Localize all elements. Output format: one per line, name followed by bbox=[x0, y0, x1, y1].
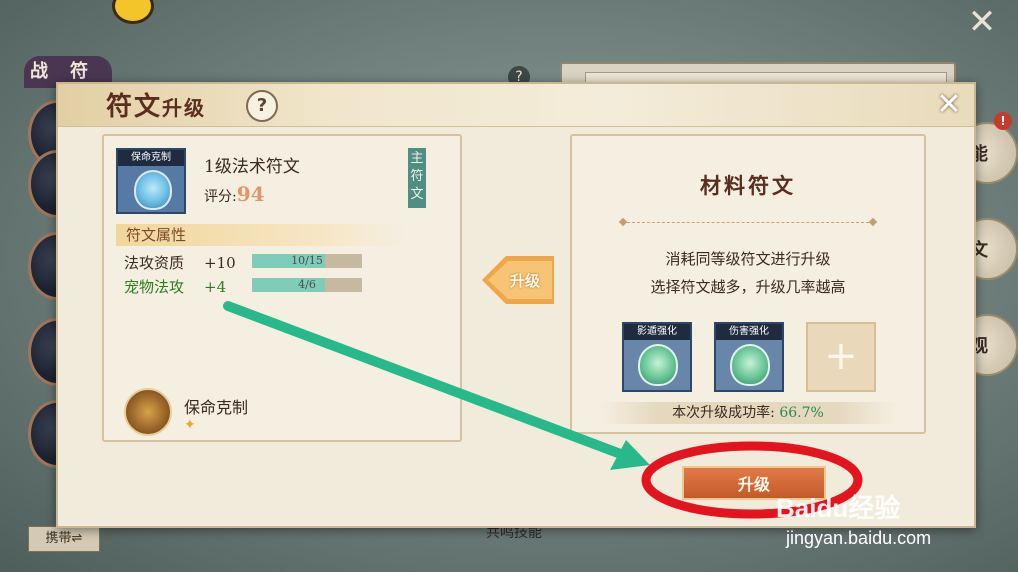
add-material-button[interactable]: + bbox=[806, 322, 876, 392]
material-description-1: 消耗同等级符文进行升级 bbox=[665, 250, 831, 268]
help-icon[interactable]: ? bbox=[246, 90, 278, 122]
notification-badge: ! bbox=[994, 112, 1012, 130]
dialog-title-main: 符文 bbox=[106, 92, 163, 122]
score-label: 评分: bbox=[204, 189, 237, 205]
attribute-progress-text: 4/6 bbox=[298, 278, 316, 291]
background-close-icon[interactable]: ✕ bbox=[960, 4, 1004, 40]
skill-name: 保命克制 bbox=[184, 398, 249, 417]
rune-gem-icon bbox=[638, 344, 678, 386]
attribute-row: 法攻资质 +10 10/15 bbox=[124, 252, 362, 272]
left-tab-label-2: 符 bbox=[70, 61, 110, 82]
rune-score: 评分:94 bbox=[204, 182, 265, 206]
material-slot-label: 影遁强化 bbox=[624, 324, 690, 340]
attribute-row: 宠物法攻 +4 4/6 bbox=[124, 276, 362, 296]
left-tab-label-1: 战 bbox=[30, 61, 70, 82]
rune-icon-label: 保命克制 bbox=[118, 150, 184, 166]
divider-ornament bbox=[868, 217, 878, 227]
rune-name: 1级法术符文 bbox=[204, 157, 300, 177]
dialog-title-sub: 升级 bbox=[162, 96, 207, 120]
material-slot[interactable]: 伤害强化 bbox=[714, 322, 784, 392]
material-slot-label: 伤害强化 bbox=[716, 324, 782, 340]
watermark-url: jingyan.baidu.com bbox=[786, 528, 932, 548]
success-rate: 本次升级成功率: 66.7% bbox=[600, 402, 896, 424]
upgrade-arrow-label: 升级 bbox=[510, 272, 541, 290]
close-icon[interactable]: ✕ bbox=[932, 88, 966, 122]
attribute-name: 法攻资质 bbox=[124, 254, 185, 272]
score-value: 94 bbox=[236, 182, 265, 206]
attribute-name: 宠物法攻 bbox=[124, 278, 185, 296]
watermark-logo: Baidu经验 bbox=[776, 493, 901, 523]
attribute-progress-bar: 4/6 bbox=[252, 278, 362, 292]
material-description-2: 选择符文越多，升级几率越高 bbox=[650, 278, 846, 296]
main-rune-tag: 主符文 bbox=[408, 148, 426, 208]
attribute-bonus: +10 bbox=[204, 254, 236, 272]
dialog-title: 符文升级 bbox=[106, 86, 206, 123]
flame-icon: ✦ bbox=[184, 417, 196, 433]
material-title: 材料符文 bbox=[700, 173, 796, 198]
divider-ornament bbox=[618, 217, 628, 227]
carry-button[interactable]: 携带⇌ bbox=[28, 526, 100, 552]
attributes-header: 符文属性 bbox=[116, 224, 406, 246]
current-rune-card: 保命克制 1级法术符文 评分:94 主符文 符文属性 法攻资质 +10 10/15… bbox=[102, 134, 462, 442]
divider bbox=[622, 222, 874, 224]
material-rune-card: 材料符文 消耗同等级符文进行升级 选择符文越多，升级几率越高 影遁强化 伤害强化… bbox=[570, 134, 926, 434]
attribute-progress-text: 10/15 bbox=[291, 254, 323, 267]
success-rate-value: 66.7% bbox=[779, 405, 824, 421]
success-rate-label: 本次升级成功率: bbox=[672, 405, 775, 421]
attribute-bonus: +4 bbox=[204, 278, 227, 296]
rune-gem-icon bbox=[134, 170, 172, 210]
material-slot[interactable]: 影遁强化 bbox=[622, 322, 692, 392]
attribute-progress-bar: 10/15 bbox=[252, 254, 362, 268]
rune-icon[interactable]: 保命克制 bbox=[116, 148, 186, 214]
skill-icon[interactable] bbox=[124, 388, 172, 436]
rune-upgrade-dialog: 符文升级 ? ✕ 保命克制 1级法术符文 评分:94 主符文 符文属性 法攻资质… bbox=[56, 82, 976, 528]
rune-gem-icon bbox=[730, 344, 770, 386]
